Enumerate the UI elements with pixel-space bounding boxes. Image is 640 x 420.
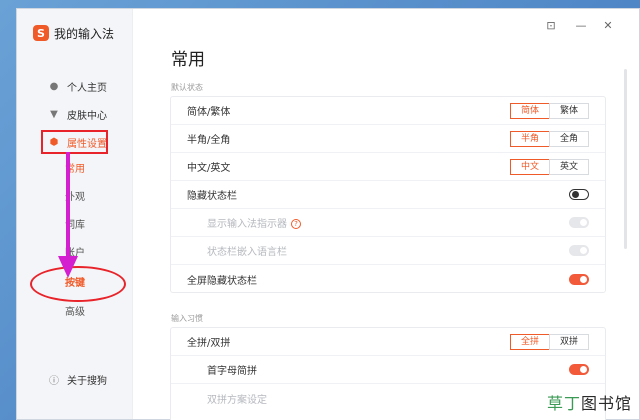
watermark: 草丁图书馆 [547, 390, 632, 414]
simplified-traditional-segment[interactable]: 简体 繁体 [510, 102, 589, 119]
sidebar: S 我的输入法 ● 个人主页 ▼ 皮肤中心 ⬢ 属性设置 常用 外观 词库 账户… [17, 9, 133, 419]
option-fullwidth[interactable]: 全角 [549, 130, 589, 147]
sidebar-item-label: 关于搜狗 [67, 375, 107, 387]
help-icon[interactable]: ? [291, 219, 301, 229]
setting-label: 全拼/双拼 [187, 338, 231, 349]
highlight-box-annotation [41, 130, 108, 154]
setting-label: 中文/英文 [187, 163, 231, 174]
setting-row: 隐藏状态栏 [171, 181, 605, 209]
app-name: 我的输入法 [54, 26, 115, 41]
input-habits-card: 全拼/双拼 全拼 双拼 首字母简拼 双拼方案设定 [170, 327, 606, 420]
setting-label: 半角/全角 [187, 135, 231, 146]
option-english[interactable]: 英文 [549, 158, 589, 175]
option-traditional[interactable]: 繁体 [549, 102, 589, 119]
setting-row: 半角/全角 半角 全角 [171, 125, 605, 153]
setting-row: 全屏隐藏状态栏 [171, 265, 605, 293]
halfwidth-fullwidth-segment[interactable]: 半角 全角 [510, 130, 589, 147]
setting-label: 隐藏状态栏 [187, 191, 237, 202]
setting-label: 状态栏嵌入语言栏 [207, 247, 287, 258]
person-icon: ● [49, 80, 59, 92]
scrollbar[interactable] [624, 69, 627, 249]
setting-row: 首字母简拼 [171, 356, 605, 384]
down-arrow-annotation [58, 152, 78, 278]
setting-label: 全屏隐藏状态栏 [187, 275, 257, 287]
sidebar-item-profile[interactable]: ● 个人主页 [17, 76, 133, 96]
quanpin-shuangpin-segment[interactable]: 全拼 双拼 [510, 333, 589, 350]
setting-row: 简体/繁体 简体 繁体 [171, 97, 605, 125]
sidebar-item-label: 皮肤中心 [67, 110, 107, 122]
show-indicator-toggle [569, 217, 589, 228]
subnav-advanced[interactable]: 高级 [65, 304, 85, 322]
option-chinese[interactable]: 中文 [510, 158, 550, 175]
option-shuangpin[interactable]: 双拼 [549, 333, 589, 350]
info-icon: ⓘ [49, 375, 59, 387]
sidebar-item-label: 个人主页 [67, 82, 107, 94]
sidebar-item-about[interactable]: ⓘ 关于搜狗 [17, 369, 133, 389]
default-state-card: 简体/繁体 简体 繁体 半角/全角 半角 全角 中文/英文 中文 英文 隐藏状态… [170, 96, 606, 293]
setting-row: 全拼/双拼 全拼 双拼 [171, 328, 605, 356]
shirt-icon: ▼ [50, 108, 58, 120]
option-simplified[interactable]: 简体 [510, 102, 550, 119]
page-title: 常用 [171, 50, 205, 70]
app-logo-icon: S [33, 25, 49, 41]
option-quanpin[interactable]: 全拼 [510, 333, 550, 350]
setting-label: 简体/繁体 [187, 107, 231, 118]
embed-langbar-toggle [569, 245, 589, 256]
fullscreen-hide-statusbar-toggle[interactable] [569, 273, 589, 285]
section-label-default: 默认状态 [171, 83, 203, 92]
watermark-part2: 图书馆 [580, 394, 632, 413]
setting-row[interactable]: 双拼方案设定 [171, 384, 605, 412]
watermark-part1: 草丁 [546, 394, 581, 413]
setting-label: 显示输入法指示器? [207, 215, 301, 230]
setting-row: 状态栏嵌入语言栏 [171, 237, 605, 265]
option-halfwidth[interactable]: 半角 [510, 130, 550, 147]
setting-label: 双拼方案设定 [207, 394, 267, 406]
setting-row: 中文/英文 中文 英文 [171, 153, 605, 181]
sidebar-item-skins[interactable]: ▼ 皮肤中心 [17, 104, 133, 124]
hide-statusbar-toggle[interactable] [569, 189, 589, 200]
setting-label-text: 显示输入法指示器 [207, 219, 287, 230]
main-content: 常用 默认状态 简体/繁体 简体 繁体 半角/全角 半角 全角 中文/英文 中文… [133, 9, 629, 420]
setting-label: 首字母简拼 [207, 366, 257, 377]
setting-row: 显示输入法指示器? [171, 209, 605, 237]
initial-abbrev-toggle[interactable] [569, 364, 589, 375]
app-brand: S 我的输入法 [33, 23, 114, 43]
section-label-habits: 输入习惯 [171, 314, 203, 323]
chinese-english-segment[interactable]: 中文 英文 [510, 158, 589, 175]
settings-window: S 我的输入法 ● 个人主页 ▼ 皮肤中心 ⬢ 属性设置 常用 外观 词库 账户… [16, 8, 640, 420]
